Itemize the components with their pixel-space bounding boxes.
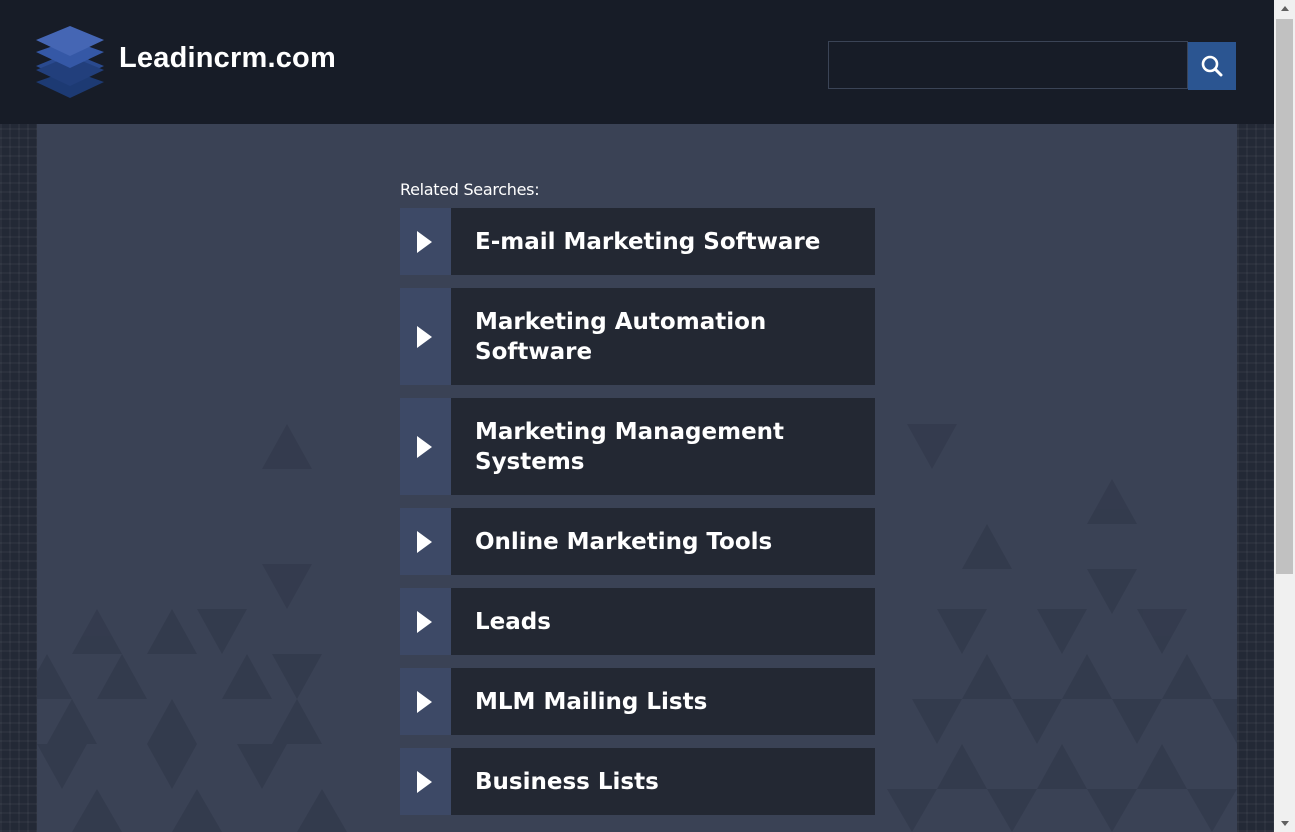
play-arrow-icon bbox=[416, 610, 432, 633]
related-search-label[interactable]: MLM Mailing Lists bbox=[451, 668, 875, 735]
site-header: Leadincrm.com bbox=[0, 0, 1274, 124]
arrow-box bbox=[400, 668, 451, 735]
play-arrow-icon bbox=[416, 435, 432, 458]
related-search-item[interactable]: MLM Mailing Lists bbox=[400, 668, 875, 735]
related-search-label[interactable]: Leads bbox=[451, 588, 875, 655]
scroll-up-arrow-icon bbox=[1280, 6, 1289, 11]
vertical-scrollbar[interactable] bbox=[1274, 0, 1295, 832]
arrow-box bbox=[400, 508, 451, 575]
scroll-down-arrow-icon bbox=[1280, 821, 1289, 826]
related-searches-label: Related Searches: bbox=[400, 180, 540, 199]
related-search-label[interactable]: Marketing Management Systems bbox=[451, 398, 875, 495]
arrow-box bbox=[400, 748, 451, 815]
scroll-up-button[interactable] bbox=[1274, 0, 1295, 17]
site-name[interactable]: Leadincrm.com bbox=[119, 42, 336, 75]
related-search-item[interactable]: Online Marketing Tools bbox=[400, 508, 875, 575]
related-search-label[interactable]: Business Lists bbox=[451, 748, 875, 815]
play-arrow-icon bbox=[416, 230, 432, 253]
search-icon bbox=[1201, 55, 1223, 77]
play-arrow-icon bbox=[416, 690, 432, 713]
stacked-layers-logo-icon[interactable] bbox=[36, 26, 104, 100]
related-search-item[interactable]: Business Lists bbox=[400, 748, 875, 815]
arrow-box bbox=[400, 588, 451, 655]
related-search-label[interactable]: Online Marketing Tools bbox=[451, 508, 875, 575]
arrow-box bbox=[400, 208, 451, 275]
arrow-box bbox=[400, 398, 451, 495]
related-search-label[interactable]: Marketing Automation Software bbox=[451, 288, 875, 385]
search-button[interactable] bbox=[1188, 42, 1236, 90]
scroll-thumb[interactable] bbox=[1276, 19, 1293, 574]
scroll-down-button[interactable] bbox=[1274, 815, 1295, 832]
play-arrow-icon bbox=[416, 325, 432, 348]
play-arrow-icon bbox=[416, 770, 432, 793]
related-search-item[interactable]: Leads bbox=[400, 588, 875, 655]
related-search-label[interactable]: E-mail Marketing Software bbox=[451, 208, 875, 275]
arrow-box bbox=[400, 288, 451, 385]
related-search-item[interactable]: Marketing Automation Software bbox=[400, 288, 875, 385]
background-pattern-left bbox=[0, 124, 37, 832]
search-input[interactable] bbox=[828, 41, 1188, 89]
related-search-item[interactable]: Marketing Management Systems bbox=[400, 398, 875, 495]
main-panel: Related Searches: E-mail Marketing Softw… bbox=[37, 124, 1237, 832]
play-arrow-icon bbox=[416, 530, 432, 553]
background-pattern-right bbox=[1237, 124, 1274, 832]
related-search-item[interactable]: E-mail Marketing Software bbox=[400, 208, 875, 275]
